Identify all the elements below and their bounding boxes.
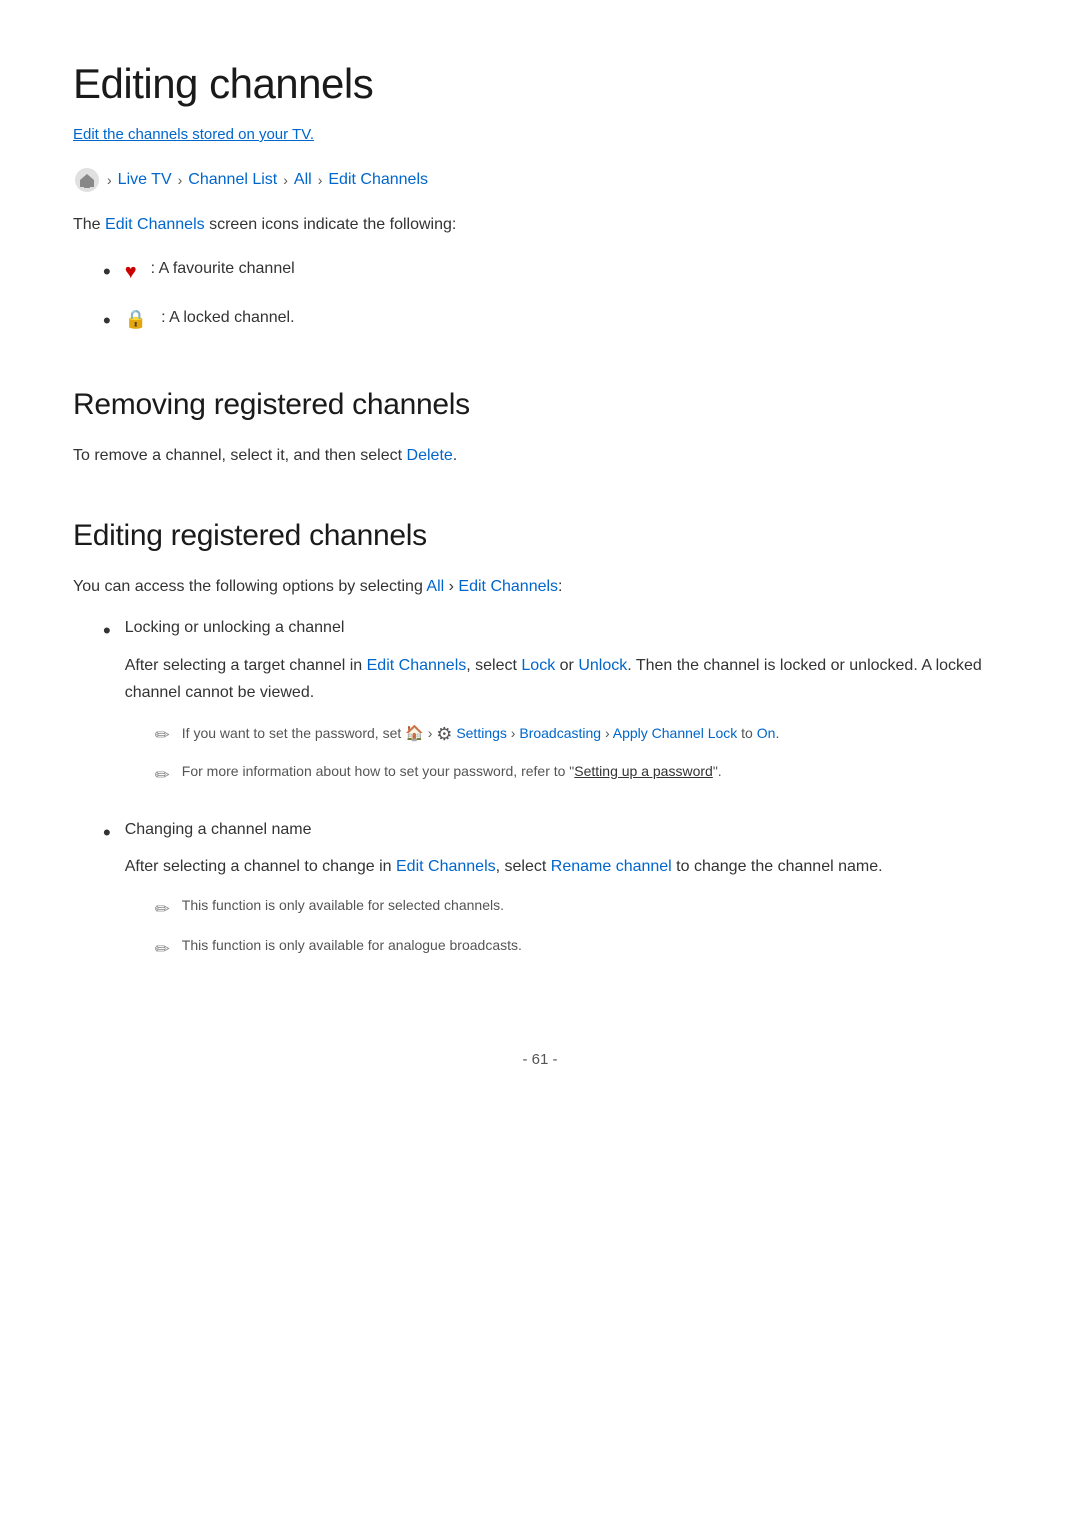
renaming-body: After selecting a channel to change in E… [125,853,1007,880]
bullet-dot-2: • [103,303,111,338]
note1-apply-link[interactable]: Apply Channel Lock [613,725,738,741]
section1-delete-link[interactable]: Delete [407,447,453,464]
note-2: ✏ For more information about how to set … [155,760,1007,790]
pencil-icon-1: ✏ [155,721,170,750]
locking-body-mid1: , select [466,657,521,674]
breadcrumb-chevron-4: › [318,172,323,188]
list-item-locked: • 🔒 : A locked channel. [103,305,1007,338]
bullet-dot-1: • [103,254,111,289]
section2-title: Editing registered channels [73,519,1007,553]
section2-intro-before: You can access the following options by … [73,578,426,595]
renaming-rename-link[interactable]: Rename channel [551,858,672,875]
locking-body: After selecting a target channel in Edit… [125,652,1007,706]
section2-items-list: • Locking or unlocking a channel After s… [83,614,1007,971]
breadcrumb-chevron-3: › [283,172,288,188]
note-3-text: This function is only available for sele… [182,894,504,916]
breadcrumb-edit-channels[interactable]: Edit Channels [328,171,428,189]
renaming-body-after: to change the channel name. [672,858,883,875]
note-4-text: This function is only available for anal… [182,934,522,956]
home-icon[interactable] [73,166,101,194]
pencil-icon-3: ✏ [155,895,170,924]
pencil-icon-4: ✏ [155,935,170,964]
renaming-body-mid: , select [496,858,551,875]
heart-icon: ♥ [125,261,137,283]
note-1-text: If you want to set the password, set 🏠 ›… [182,720,780,749]
section1-body-after: . [453,447,457,464]
section1-body-before: To remove a channel, select it, and then… [73,447,407,464]
note-1: ✏ If you want to set the password, set 🏠… [155,720,1007,750]
bullet-dot-4: • [103,814,111,851]
intro-text-before: The [73,216,105,233]
breadcrumb: › Live TV › Channel List › All › Edit Ch… [73,166,1007,194]
renaming-body-before: After selecting a channel to change in [125,858,396,875]
note1-broadcasting-link[interactable]: Broadcasting [519,725,601,741]
note1-settings-icon: ⚙ [436,724,452,744]
locking-lock-link[interactable]: Lock [521,657,555,674]
subtitle: Edit the channels stored on your TV. [73,126,1007,144]
breadcrumb-chevron-1: › [107,172,112,188]
section2-edit-channels-link[interactable]: Edit Channels [458,578,558,595]
breadcrumb-live-tv[interactable]: Live TV [118,171,172,189]
list-item-locking: • Locking or unlocking a channel After s… [103,614,1007,797]
section2-intro-after: : [558,578,562,595]
pencil-icon-2: ✏ [155,761,170,790]
renaming-content: Changing a channel name After selecting … [125,816,1007,972]
list-item-renaming: • Changing a channel name After selectin… [103,816,1007,972]
note-4: ✏ This function is only available for an… [155,934,1007,964]
page-footer: - 61 - [73,1051,1007,1068]
renaming-edit-channels-link[interactable]: Edit Channels [396,858,496,875]
renaming-label: Changing a channel name [125,816,1007,843]
intro-edit-channels-link[interactable]: Edit Channels [105,216,205,233]
lock-icon: 🔒 [125,309,147,329]
note1-chevron1: › [428,725,437,741]
breadcrumb-chevron-2: › [178,172,183,188]
locking-unlock-link[interactable]: Unlock [578,657,627,674]
section2-chevron: › [444,578,458,595]
note1-home-icon: 🏠 [405,725,424,742]
note1-chevron3: › [605,725,613,741]
breadcrumb-all[interactable]: All [294,171,312,189]
page-number: - 61 - [522,1051,557,1068]
section2-intro: You can access the following options by … [73,573,1007,600]
subtitle-text: Edit the channels stored on your TV. [73,126,314,143]
note1-text-after: to [741,725,757,741]
note2-after: ". [713,763,722,779]
favourite-icon-inline: ♥ [125,256,137,288]
locking-body-before: After selecting a target channel in [125,657,367,674]
section1-body: To remove a channel, select it, and then… [73,442,1007,469]
breadcrumb-channel-list[interactable]: Channel List [188,171,277,189]
locking-label: Locking or unlocking a channel [125,614,1007,641]
locking-body-mid2: or [555,657,578,674]
list-item-favourite: • ♥ : A favourite channel [103,256,1007,289]
page-title: Editing channels [73,60,1007,108]
note1-settings-link[interactable]: Settings [456,725,507,741]
note-3: ✏ This function is only available for se… [155,894,1007,924]
note2-before: For more information about how to set yo… [182,763,574,779]
note-2-text: For more information about how to set yo… [182,760,722,782]
locking-content: Locking or unlocking a channel After sel… [125,614,1007,797]
intro-text: The Edit Channels screen icons indicate … [73,212,1007,238]
note1-end: . [775,725,779,741]
section2-all-link[interactable]: All [426,578,444,595]
note1-on-link[interactable]: On [757,725,776,741]
locking-edit-channels-link[interactable]: Edit Channels [367,657,467,674]
lock-icon-inline: 🔒 [125,305,147,334]
favourite-description: : A favourite channel [151,256,295,282]
intro-text-after: screen icons indicate the following: [205,216,457,233]
note1-before: If you want to set the password, set [182,725,405,741]
locked-description: : A locked channel. [161,305,294,331]
bullet-dot-3: • [103,612,111,649]
section1-title: Removing registered channels [73,388,1007,422]
icons-list: • ♥ : A favourite channel • 🔒 : A locked… [83,256,1007,338]
note2-password-link[interactable]: Setting up a password [574,763,713,779]
